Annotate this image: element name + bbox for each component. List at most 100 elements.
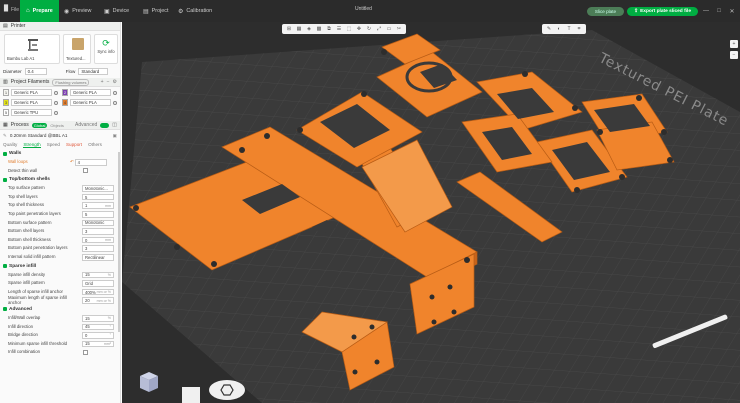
param-checkbox[interactable]: [83, 350, 88, 356]
param-input[interactable]: 15%: [82, 271, 114, 279]
printer-selector[interactable]: Bambu Lab A1: [4, 34, 60, 64]
filament-color-swatch[interactable]: 5: [3, 109, 9, 116]
seam-paint-icon[interactable]: ◐: [555, 25, 563, 33]
add-plate-icon[interactable]: ▦: [295, 25, 303, 33]
objects-toggle[interactable]: Objects: [50, 123, 64, 128]
printer-section-header[interactable]: ▤ Printer: [0, 22, 120, 31]
filament-item-4[interactable]: 4 Generic PLA: [62, 99, 117, 106]
filament-name[interactable]: Generic PLA: [11, 89, 52, 96]
3d-viewport[interactable]: Textured PEI Plate ⊞ ▦ ◈ ▩ ⧉ ☰ ⬚ ✥ ↻ ⤢ ▭…: [122, 22, 740, 403]
filament-color-swatch[interactable]: 4: [62, 99, 68, 106]
flushing-volumes-button[interactable]: Flushing volumes: [52, 78, 90, 86]
text-icon[interactable]: T: [565, 25, 573, 33]
tab-speed[interactable]: Speed: [47, 142, 60, 147]
param-input[interactable]: 3: [82, 228, 114, 235]
save-preset-icon[interactable]: ▣: [113, 133, 117, 139]
param-input[interactable]: 15%: [82, 314, 114, 322]
reset-icon[interactable]: ↶: [70, 159, 74, 165]
lay-on-face-icon[interactable]: ▭: [385, 25, 393, 33]
split-icon[interactable]: ⧉: [325, 25, 333, 33]
tab-preview[interactable]: ◉ Preview: [58, 0, 97, 22]
tab-prepare[interactable]: ⌂ Prepare: [20, 0, 59, 22]
diameter-select[interactable]: 0.4: [24, 68, 47, 75]
rotate-icon[interactable]: ↻: [365, 25, 373, 33]
param-input[interactable]: 0 °: [82, 332, 114, 339]
tab-support[interactable]: Support: [66, 142, 82, 147]
tab-device[interactable]: ▣ Device: [98, 0, 135, 22]
filament-item-3[interactable]: 3 Generic PLA: [3, 99, 58, 106]
move-icon[interactable]: ✥: [355, 25, 363, 33]
export-button[interactable]: ⇪ Export plate sliced file: [627, 6, 698, 16]
param-input[interactable]: Monotonic...: [82, 185, 114, 192]
support-paint-icon[interactable]: ✎: [545, 25, 553, 33]
panel-scrollbar[interactable]: [118, 152, 120, 332]
view-cube-icon[interactable]: [140, 372, 158, 392]
zoom-out-icon[interactable]: −: [730, 51, 738, 59]
tab-project[interactable]: ▤ Project: [137, 0, 174, 22]
param-input[interactable]: Rectilinear: [82, 253, 114, 261]
param-input[interactable]: 400% mm or %: [82, 288, 114, 296]
filament-item-1[interactable]: 1 Generic PLA: [3, 89, 58, 96]
param-input[interactable]: 15 mm²: [82, 340, 114, 348]
flow-select[interactable]: Standard: [78, 68, 109, 75]
tab-calibration[interactable]: ⚙ Calibration: [172, 0, 218, 22]
tab-quality[interactable]: Quality: [3, 142, 17, 147]
filament-edit-icon[interactable]: [54, 90, 58, 95]
filament-color-swatch[interactable]: 2: [62, 89, 68, 96]
param-input[interactable]: 45 °: [82, 323, 114, 331]
filament-name[interactable]: Generic PLA: [11, 99, 52, 106]
param-input[interactable]: 0 mm: [82, 236, 114, 244]
param-row: Detect thin wall: [0, 167, 120, 176]
remove-filament-icon[interactable]: −: [107, 79, 110, 85]
param-input[interactable]: 1 mm: [82, 202, 114, 209]
filament-edit-icon[interactable]: [54, 110, 58, 115]
add-object-icon[interactable]: ⊞: [285, 25, 293, 33]
sync-info-button[interactable]: ⟳ Sync info: [94, 34, 118, 64]
slice-plate-button[interactable]: Slice plate: [586, 6, 625, 16]
global-toggle[interactable]: Global: [31, 122, 48, 128]
filament-name[interactable]: Generic PLA: [70, 99, 111, 106]
param-input[interactable]: Grid: [82, 280, 114, 287]
measure-icon[interactable]: ⌗: [575, 25, 583, 33]
scale-icon[interactable]: ⤢: [375, 25, 383, 33]
bottom-toolbar-button[interactable]: [182, 387, 200, 403]
filament-edit-icon[interactable]: [113, 90, 117, 95]
tab-strength[interactable]: Strength: [23, 142, 41, 148]
filament-name[interactable]: Generic PLA: [70, 89, 111, 96]
process-preset[interactable]: 0.20mm Standard @BBL A1: [10, 133, 68, 138]
orient-icon[interactable]: [209, 380, 245, 400]
add-filament-icon[interactable]: +: [101, 79, 104, 85]
param-input[interactable]: Monotonic: [82, 219, 114, 227]
filament-edit-icon[interactable]: [54, 100, 58, 105]
minimize-icon[interactable]: —: [701, 8, 711, 14]
close-icon[interactable]: ✕: [727, 8, 737, 15]
filament-settings-icon[interactable]: ⚙: [113, 79, 117, 85]
param-input[interactable]: 20 mm or %: [82, 297, 114, 304]
filament-color-swatch[interactable]: 3: [3, 99, 9, 106]
filament-item-2[interactable]: 2 Generic PLA: [62, 89, 117, 96]
export-label: Export plate sliced file: [640, 8, 691, 14]
plate-selector[interactable]: Textured...: [63, 34, 91, 64]
advanced-toggle[interactable]: [100, 123, 110, 128]
variable-layer-icon[interactable]: ☰: [335, 25, 343, 33]
filament-edit-icon[interactable]: [113, 100, 117, 105]
maximize-icon[interactable]: □: [714, 8, 724, 14]
filament-item-5[interactable]: 5 Generic TPU: [3, 109, 58, 116]
cut-icon[interactable]: ✂: [395, 25, 403, 33]
param-label: Sparse infill density: [8, 271, 46, 277]
arrange-icon[interactable]: ▩: [315, 25, 323, 33]
assembly-icon[interactable]: ⬚: [345, 25, 353, 33]
param-input[interactable]: 5: [82, 193, 114, 201]
param-unit: %: [107, 272, 111, 277]
filament-name[interactable]: Generic TPU: [11, 109, 52, 116]
param-input[interactable]: 5: [82, 210, 114, 218]
detect-thin-wall-checkbox[interactable]: [83, 168, 88, 174]
param-input[interactable]: 3: [82, 245, 114, 252]
filament-section-header[interactable]: ▥ Project Filaments Flushing volumes + − ⚙: [0, 78, 120, 87]
orient-toolbar-icon[interactable]: ◈: [305, 25, 313, 33]
wall-loops-input[interactable]: 4: [74, 159, 107, 166]
zoom-in-icon[interactable]: +: [730, 40, 738, 48]
compare-icon[interactable]: ◫: [112, 122, 117, 128]
filament-color-swatch[interactable]: 1: [3, 89, 9, 96]
tab-others[interactable]: Others: [88, 142, 102, 147]
